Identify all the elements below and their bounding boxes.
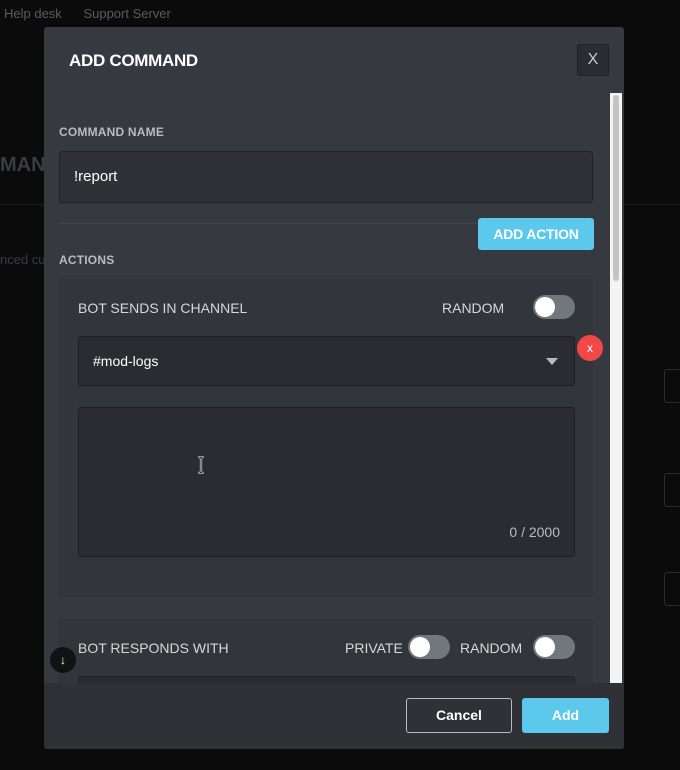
command-name-label: COMMAND NAME [59, 125, 165, 139]
modal-title: ADD COMMAND [69, 51, 198, 70]
random-toggle-label: RANDOM [442, 300, 505, 316]
add-action-button[interactable]: ADD ACTION [478, 218, 594, 250]
random-toggle[interactable] [533, 295, 575, 319]
background-nav: Help desk Support Server [4, 6, 189, 21]
modal-footer: Cancel Add [44, 683, 624, 749]
nav-support-server[interactable]: Support Server [83, 6, 170, 21]
toggle-knob [535, 637, 555, 657]
character-count: 0 / 2000 [509, 524, 560, 540]
background-input [664, 369, 680, 403]
close-button[interactable]: X [577, 44, 609, 76]
random-toggle-label: RANDOM [460, 640, 523, 656]
modal-body: COMMAND NAME !report ACTIONS ADD ACTION … [44, 93, 624, 683]
toggle-knob [535, 297, 555, 317]
command-name-input[interactable]: !report [59, 151, 593, 203]
private-toggle[interactable] [408, 635, 450, 659]
message-textarea[interactable]: 0 / 2000 [78, 407, 575, 557]
scrollbar[interactable] [610, 93, 622, 683]
background-input [664, 473, 680, 507]
add-button[interactable]: Add [522, 698, 609, 733]
action-card-send-in-channel: BOT SENDS IN CHANNEL RANDOM #mod-logs 0 … [59, 279, 593, 597]
response-input[interactable] [78, 676, 575, 683]
background-subtitle: nced cu [0, 252, 46, 267]
random-toggle[interactable] [533, 635, 575, 659]
actions-label: ACTIONS [59, 253, 115, 267]
scroll-down-icon[interactable]: ↓ [50, 647, 76, 673]
text-cursor-icon [198, 456, 204, 474]
chevron-down-icon [546, 358, 558, 365]
background-input [664, 572, 680, 606]
private-toggle-label: PRIVATE [345, 640, 403, 656]
remove-action-button[interactable]: x [577, 335, 603, 361]
toggle-knob [410, 637, 430, 657]
channel-select[interactable]: #mod-logs [78, 336, 575, 386]
channel-select-value: #mod-logs [93, 353, 159, 369]
action-card-bot-responds: BOT RESPONDS WITH PRIVATE RANDOM [59, 619, 593, 683]
cancel-button[interactable]: Cancel [406, 698, 512, 733]
nav-help-desk[interactable]: Help desk [4, 6, 62, 21]
modal-header: ADD COMMAND X [44, 27, 624, 93]
add-command-modal: ADD COMMAND X COMMAND NAME !report ACTIO… [44, 27, 624, 749]
action-card-title: BOT RESPONDS WITH [78, 640, 229, 656]
action-card-title: BOT SENDS IN CHANNEL [78, 300, 248, 316]
scrollbar-thumb[interactable] [613, 95, 619, 281]
